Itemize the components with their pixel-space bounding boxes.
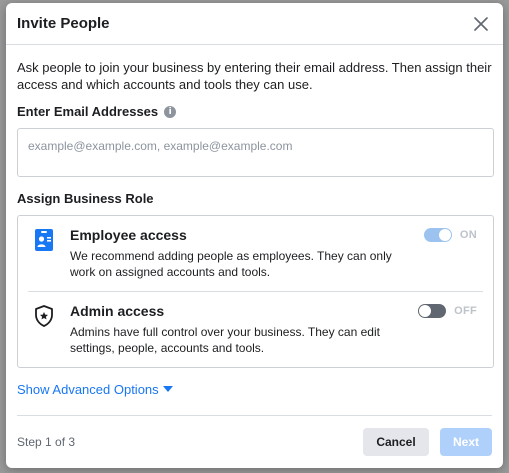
employee-badge-icon bbox=[35, 229, 53, 251]
role-section-label: Assign Business Role bbox=[17, 191, 492, 206]
show-advanced-options-link[interactable]: Show Advanced Options bbox=[17, 382, 173, 397]
role-name: Employee access bbox=[70, 227, 187, 243]
role-name: Admin access bbox=[70, 303, 165, 319]
email-addresses-input[interactable] bbox=[17, 128, 494, 177]
role-option-employee[interactable]: Employee access We recommend adding peop… bbox=[28, 216, 483, 291]
employee-access-toggle[interactable] bbox=[423, 228, 452, 242]
admin-toggle-group: OFF bbox=[418, 304, 477, 318]
dialog-content: Ask people to join your business by ente… bbox=[6, 45, 503, 399]
toggle-knob bbox=[419, 305, 432, 317]
email-label: Enter Email Addresses bbox=[17, 104, 159, 119]
info-icon[interactable]: i bbox=[164, 105, 177, 118]
dialog-footer: Step 1 of 3 Cancel Next bbox=[17, 415, 492, 468]
role-description: We recommend adding people as employees.… bbox=[70, 249, 392, 279]
advanced-label: Show Advanced Options bbox=[17, 382, 159, 397]
role-option-admin[interactable]: Admin access Admins have full control ov… bbox=[28, 291, 483, 367]
invite-people-dialog: Invite People Ask people to join your bu… bbox=[6, 3, 503, 468]
email-section-label: Enter Email Addresses i bbox=[17, 104, 492, 119]
step-indicator: Step 1 of 3 bbox=[17, 435, 76, 449]
employee-toggle-group: ON bbox=[423, 228, 477, 242]
intro-text: Ask people to join your business by ente… bbox=[17, 60, 492, 92]
next-button[interactable]: Next bbox=[440, 428, 492, 456]
role-options: Employee access We recommend adding peop… bbox=[17, 215, 494, 368]
dialog-title: Invite People bbox=[17, 15, 110, 32]
close-icon bbox=[474, 16, 488, 31]
footer-buttons: Cancel Next bbox=[363, 428, 492, 456]
admin-shield-icon bbox=[35, 305, 53, 327]
role-text-employee: Employee access We recommend adding peop… bbox=[70, 227, 483, 280]
role-label: Assign Business Role bbox=[17, 191, 154, 206]
role-description: Admins have full control over your busin… bbox=[70, 325, 380, 355]
caret-down-icon bbox=[162, 386, 173, 392]
close-button[interactable] bbox=[470, 13, 492, 35]
toggle-state-label: ON bbox=[459, 229, 477, 241]
toggle-knob bbox=[438, 229, 451, 241]
admin-access-toggle[interactable] bbox=[418, 304, 447, 318]
dialog-header: Invite People bbox=[6, 3, 503, 45]
cancel-button[interactable]: Cancel bbox=[363, 428, 429, 456]
toggle-state-label: OFF bbox=[454, 305, 477, 317]
